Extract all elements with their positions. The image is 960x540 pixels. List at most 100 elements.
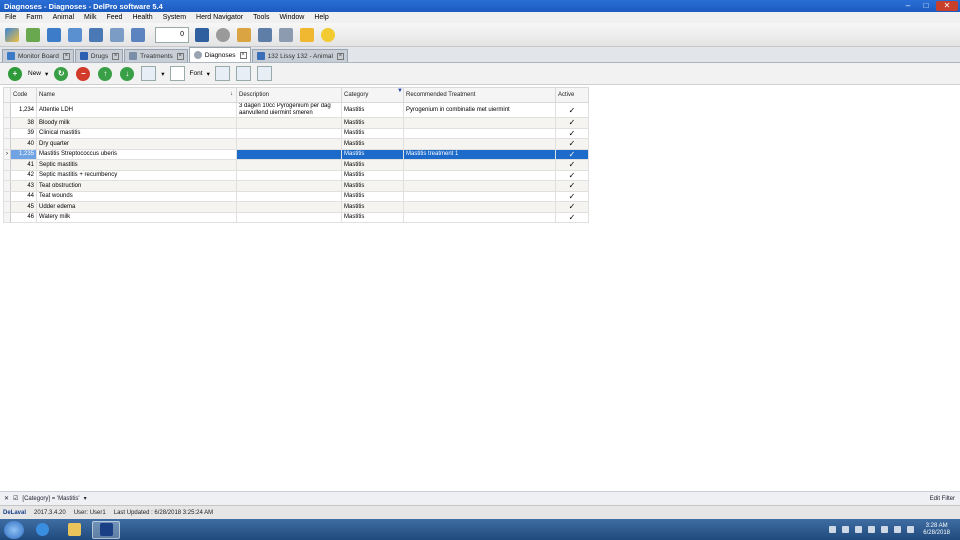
menu-health[interactable]: Health bbox=[127, 14, 157, 21]
table-row[interactable]: 45 Udder edema Mastitis ✓ bbox=[3, 201, 589, 213]
column-header-category[interactable]: Category ▼ bbox=[341, 87, 404, 103]
current-row-arrow-icon[interactable]: › bbox=[3, 148, 11, 160]
menu-milk[interactable]: Milk bbox=[79, 14, 101, 21]
description-cell[interactable] bbox=[236, 190, 342, 202]
recommended-cell[interactable] bbox=[403, 169, 556, 181]
new-icon[interactable]: + bbox=[8, 66, 22, 81]
category-cell[interactable]: Mastitis bbox=[341, 117, 404, 129]
active-checkmark-icon[interactable]: ✓ bbox=[555, 138, 589, 150]
description-cell[interactable] bbox=[236, 148, 342, 160]
table-row[interactable]: 39 Clinical mastitis Mastitis ✓ bbox=[3, 127, 589, 139]
active-checkmark-icon[interactable]: ✓ bbox=[555, 159, 589, 171]
category-cell[interactable]: Mastitis bbox=[341, 201, 404, 213]
description-cell[interactable] bbox=[236, 159, 342, 171]
chevron-down-icon[interactable]: ▾ bbox=[45, 70, 48, 78]
column-header-active[interactable]: Active bbox=[555, 87, 589, 103]
code-cell[interactable]: 1,235 bbox=[10, 148, 37, 160]
active-checkmark-icon[interactable]: ✓ bbox=[555, 117, 589, 129]
taskbar-ie-icon[interactable] bbox=[28, 521, 56, 539]
name-cell[interactable]: Attentie LDH bbox=[36, 102, 237, 118]
tray-network-icon[interactable] bbox=[842, 526, 850, 533]
bell-icon[interactable] bbox=[297, 25, 316, 44]
code-cell[interactable]: 46 bbox=[10, 211, 37, 223]
menu-window[interactable]: Window bbox=[274, 14, 309, 21]
farm-icon[interactable] bbox=[23, 25, 42, 44]
tray-power-icon[interactable] bbox=[881, 526, 889, 533]
description-cell[interactable] bbox=[236, 117, 342, 129]
star-icon[interactable] bbox=[318, 25, 337, 44]
report-icon[interactable] bbox=[86, 25, 105, 44]
tab-monitor-board[interactable]: Monitor Board × bbox=[2, 49, 74, 62]
menu-help[interactable]: Help bbox=[309, 14, 333, 21]
close-icon[interactable]: × bbox=[336, 52, 344, 60]
new-button[interactable]: New bbox=[28, 70, 41, 77]
name-cell[interactable]: Bloody milk bbox=[36, 117, 237, 129]
home-icon[interactable] bbox=[44, 25, 63, 44]
name-cell[interactable]: Clinical mastitis bbox=[36, 127, 237, 139]
recommended-cell[interactable]: Pyrogenium in combinatie met uiermint bbox=[403, 102, 556, 118]
active-checkmark-icon[interactable]: ✓ bbox=[555, 201, 589, 213]
code-cell[interactable]: 39 bbox=[10, 127, 37, 139]
category-cell[interactable]: Mastitis bbox=[341, 138, 404, 150]
tray-flag-icon[interactable] bbox=[868, 526, 876, 533]
name-cell[interactable]: Watery milk bbox=[36, 211, 237, 223]
name-cell[interactable]: Septic mastitis + recumbency bbox=[36, 169, 237, 181]
close-button[interactable]: ✕ bbox=[936, 1, 958, 11]
tray-volume-icon[interactable] bbox=[907, 526, 915, 533]
row-selector[interactable] bbox=[3, 102, 11, 118]
description-cell[interactable]: 3 dagen 10cc Pyrogenium per dag aanvulle… bbox=[236, 102, 342, 118]
page-icon[interactable] bbox=[141, 66, 157, 81]
menu-feed[interactable]: Feed bbox=[101, 14, 127, 21]
name-cell[interactable]: Dry quarter bbox=[36, 138, 237, 150]
table-row[interactable]: 44 Teat wounds Mastitis ✓ bbox=[3, 190, 589, 202]
code-cell[interactable]: 42 bbox=[10, 169, 37, 181]
maximize-button[interactable]: □ bbox=[918, 1, 934, 11]
recommended-cell[interactable] bbox=[403, 127, 556, 139]
timer-icon[interactable] bbox=[213, 25, 232, 44]
filter-expression[interactable]: [Category] = 'Mastitis' bbox=[22, 496, 79, 502]
active-checkmark-icon[interactable]: ✓ bbox=[555, 180, 589, 192]
chevron-down-icon[interactable]: ▾ bbox=[84, 495, 87, 502]
name-cell[interactable]: Mastitis Streptococcus uberis bbox=[36, 148, 237, 160]
active-checkmark-icon[interactable]: ✓ bbox=[555, 190, 589, 202]
refresh-icon[interactable]: ↻ bbox=[54, 66, 69, 81]
menu-system[interactable]: System bbox=[158, 14, 191, 21]
column-header-code[interactable]: Code bbox=[10, 87, 37, 103]
row-selector[interactable] bbox=[3, 127, 11, 139]
robot-icon[interactable] bbox=[255, 25, 274, 44]
description-cell[interactable] bbox=[236, 169, 342, 181]
counter-field[interactable]: 0 bbox=[155, 26, 189, 43]
recommended-cell[interactable] bbox=[403, 117, 556, 129]
active-checkmark-icon[interactable]: ✓ bbox=[555, 127, 589, 139]
tray-display-icon[interactable] bbox=[894, 526, 902, 533]
name-cell[interactable]: Septic mastitis bbox=[36, 159, 237, 171]
menu-tools[interactable]: Tools bbox=[248, 14, 274, 21]
chart-icon[interactable] bbox=[128, 25, 147, 44]
chevron-down-icon[interactable]: ▾ bbox=[161, 70, 164, 78]
table-row[interactable]: 46 Watery milk Mastitis ✓ bbox=[3, 211, 589, 223]
category-cell[interactable]: Mastitis bbox=[341, 148, 404, 160]
minimize-button[interactable]: – bbox=[900, 1, 916, 11]
close-icon[interactable]: × bbox=[112, 52, 120, 60]
table-row[interactable]: 41 Septic mastitis Mastitis ✓ bbox=[3, 159, 589, 171]
sort-down-icon[interactable]: ↓ bbox=[230, 91, 233, 97]
row-selector[interactable] bbox=[3, 117, 11, 129]
code-cell[interactable]: 45 bbox=[10, 201, 37, 213]
row-selector[interactable] bbox=[3, 169, 11, 181]
navigate-icon[interactable] bbox=[2, 25, 21, 44]
font-button[interactable]: Font bbox=[190, 70, 203, 77]
column-header-recommended[interactable]: Recommended Treatment bbox=[403, 87, 556, 103]
recommended-cell[interactable]: Mastitis treatment 1 bbox=[403, 148, 556, 160]
font-icon[interactable] bbox=[169, 66, 185, 81]
tray-arrow-icon[interactable] bbox=[829, 526, 837, 533]
name-cell[interactable]: Udder edema bbox=[36, 201, 237, 213]
table-row-selected[interactable]: › 1,235 Mastitis Streptococcus uberis Ma… bbox=[3, 148, 589, 160]
category-cell[interactable]: Mastitis bbox=[341, 190, 404, 202]
table-row[interactable]: 1,234 Attentie LDH 3 dagen 10cc Pyrogeni… bbox=[3, 102, 589, 118]
row-selector[interactable] bbox=[3, 159, 11, 171]
name-cell[interactable]: Teat obstruction bbox=[36, 180, 237, 192]
clock[interactable]: 3:28 AM 6/28/2018 bbox=[923, 523, 950, 537]
start-button[interactable] bbox=[4, 520, 24, 539]
tab-animal[interactable]: 132 Lissy 132 - Animal × bbox=[251, 49, 348, 62]
active-checkmark-icon[interactable]: ✓ bbox=[555, 102, 589, 118]
